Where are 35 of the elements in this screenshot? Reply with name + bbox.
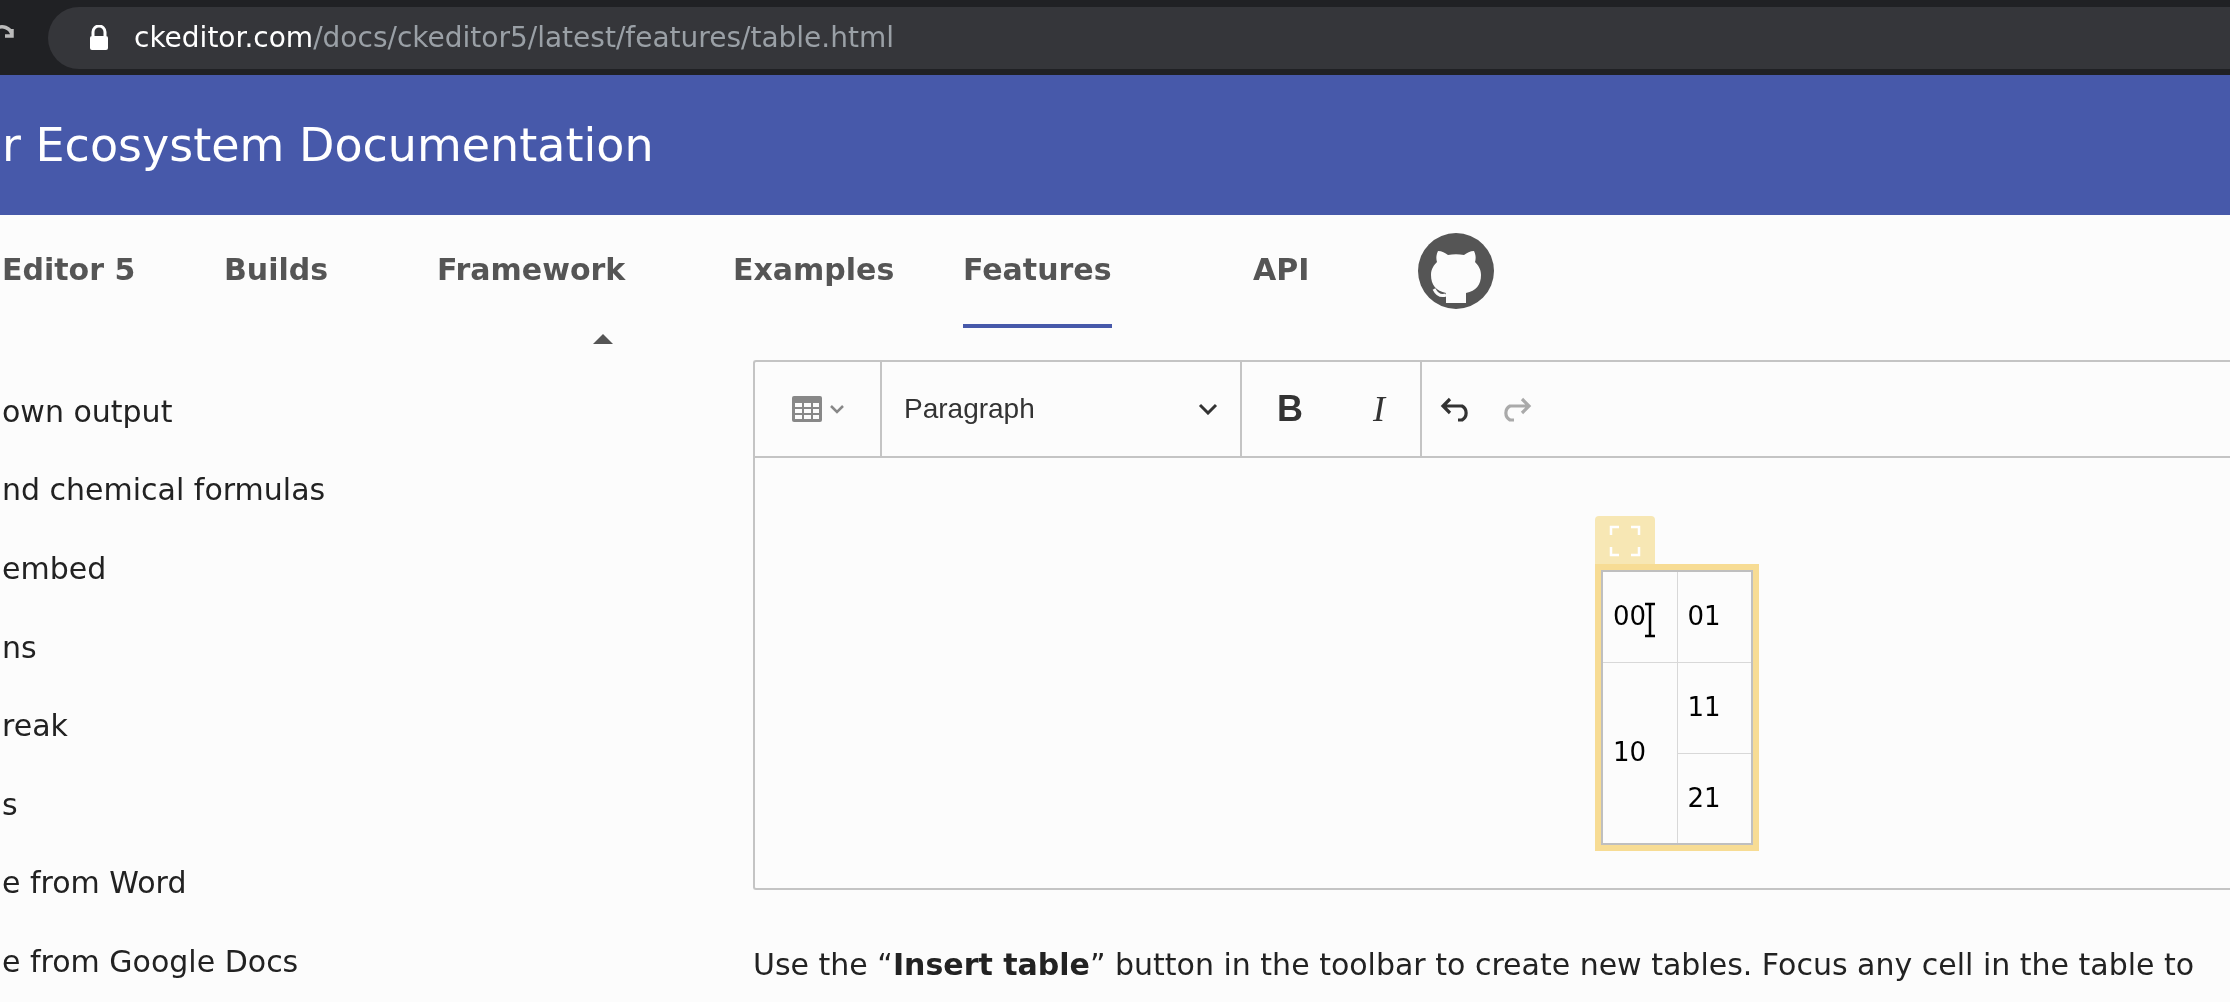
github-icon[interactable]	[1418, 233, 1494, 309]
bold-button[interactable]: B	[1269, 382, 1311, 436]
collapse-caret-icon[interactable]	[593, 332, 613, 344]
italic-button[interactable]: I	[1365, 382, 1393, 436]
nav-tab[interactable]: API	[1253, 215, 1310, 328]
nav-tab[interactable]: Examples	[733, 215, 895, 328]
lock-icon	[88, 24, 110, 51]
table-icon	[790, 395, 823, 423]
address-bar[interactable]: ckeditor.com/docs/ckeditor5/latest/features/table.html	[48, 6, 2230, 69]
sidebar-link[interactable]: e from Google Docs	[2, 922, 299, 1001]
nav-tab[interactable]: Features	[963, 215, 1112, 328]
nav-tab[interactable]: Builds	[224, 215, 329, 328]
site-title: r Ecosystem Documentation	[2, 116, 654, 174]
nav-tab[interactable]: Editor 5	[2, 215, 136, 328]
table-cell[interactable]: 00	[1602, 571, 1677, 662]
chevron-down-icon	[1198, 403, 1218, 415]
chevron-down-icon	[828, 404, 845, 414]
text-cursor-icon	[1643, 602, 1657, 638]
table-cell[interactable]: 21	[1677, 753, 1752, 844]
sidebar-link[interactable]: reak	[2, 686, 68, 765]
sidebar-link[interactable]: s	[2, 764, 18, 844]
table-cell[interactable]: 11	[1677, 662, 1752, 753]
body-paragraph: Use the “Insert table” button in the toolbar to create new tables. Focus any cell in the table to	[753, 946, 2196, 984]
table-cell[interactable]: 01	[1677, 571, 1752, 662]
sidebar-link[interactable]: ns	[2, 607, 37, 687]
table-cell[interactable]: 10	[1602, 662, 1677, 844]
sidebar-link[interactable]: nd chemical formulas	[2, 450, 326, 530]
select-frame-icon	[1609, 525, 1641, 557]
table-select-handle[interactable]	[1595, 516, 1655, 566]
nav-tab[interactable]: Framework	[437, 215, 626, 328]
sidebar-link[interactable]: embed	[2, 529, 107, 608]
heading-dropdown[interactable]: Paragraph	[882, 362, 1242, 456]
sidebar-link[interactable]: e from Word	[2, 843, 187, 923]
sidebar-link[interactable]: own output	[2, 372, 173, 451]
url-text: ckeditor.com/docs/ckeditor5/latest/features/table.html	[134, 19, 895, 56]
